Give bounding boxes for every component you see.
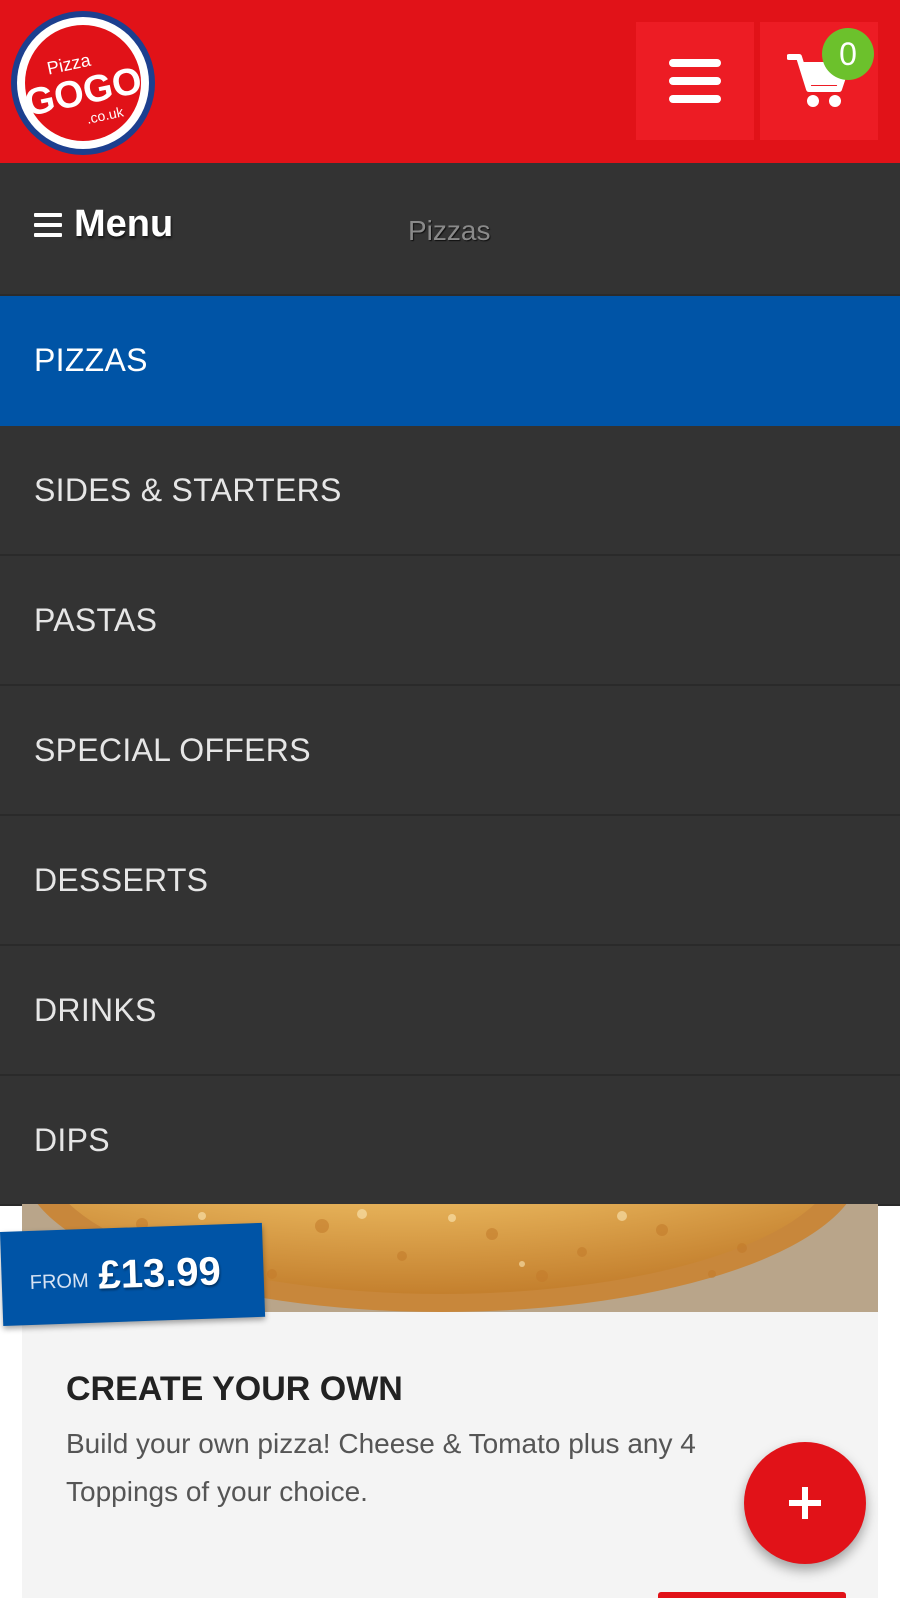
product-price: £13.99 (97, 1248, 222, 1298)
hamburger-menu-icon (669, 59, 721, 103)
price-tag: FROM £13.99 (0, 1222, 266, 1326)
price-prefix: FROM (29, 1269, 90, 1294)
menu-toggle-button[interactable] (636, 22, 754, 140)
category-item-sides-starters[interactable]: SIDES & STARTERS (0, 426, 900, 556)
plus-icon (789, 1487, 821, 1519)
cart-count-badge: 0 (822, 28, 874, 80)
category-item-drinks[interactable]: DRINKS (0, 946, 900, 1076)
menu-title-label: Menu (74, 203, 174, 245)
product-title: CREATE YOUR OWN (66, 1370, 403, 1408)
category-item-pizzas[interactable]: PIZZAS (0, 296, 900, 426)
current-category-breadcrumb: Pizzas (408, 215, 491, 246)
category-item-pastas[interactable]: PASTAS (0, 556, 900, 686)
product-description: Build your own pizza! Cheese & Tomato pl… (66, 1428, 696, 1507)
order-button[interactable] (658, 1592, 846, 1598)
list-icon (34, 212, 62, 237)
category-item-dips[interactable]: DIPS (0, 1076, 900, 1206)
category-list: PIZZAS SIDES & STARTERS PASTAS SPECIAL O… (0, 296, 900, 1206)
menu-title[interactable]: Menu (34, 203, 173, 246)
add-to-cart-button[interactable] (744, 1442, 866, 1564)
pizzagogo-logo[interactable]: Pizza GOGO .co.uk (8, 8, 158, 158)
category-menu-bar: Menu Pizzas (0, 163, 900, 296)
app-header: Pizza GOGO .co.uk 0 (0, 0, 900, 163)
category-item-desserts[interactable]: DESSERTS (0, 816, 900, 946)
category-item-special-offers[interactable]: SPECIAL OFFERS (0, 686, 900, 816)
